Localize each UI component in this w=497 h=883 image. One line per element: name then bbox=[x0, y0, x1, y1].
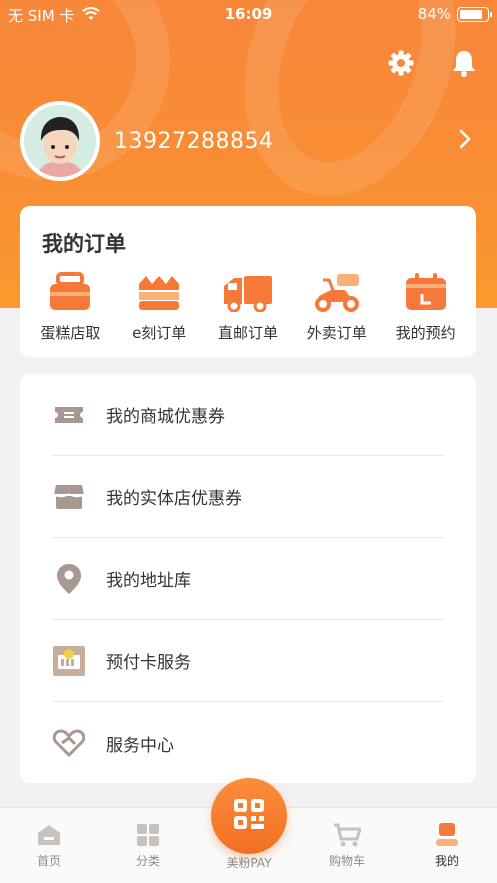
tab-label: 我的 bbox=[434, 854, 459, 868]
order-label: e刻订单 bbox=[132, 324, 187, 342]
bottom-tab-bar: 首页 分类 美粉PAY 购物车 我的 bbox=[0, 778, 497, 883]
order-direct-mail[interactable]: 直邮订单 bbox=[205, 270, 291, 343]
tab-label: 购物车 bbox=[328, 854, 365, 868]
menu-item-address-book[interactable]: 我的地址库 bbox=[52, 538, 444, 620]
settings-gear-icon[interactable] bbox=[386, 48, 416, 78]
cake-box-icon bbox=[44, 270, 96, 312]
menu-item-mall-coupons[interactable]: 我的商城优惠券 bbox=[52, 374, 444, 456]
menu-item-prepaid-card[interactable]: 预付卡服务 bbox=[52, 620, 444, 702]
calendar-icon bbox=[400, 270, 452, 312]
order-label: 我的预约 bbox=[395, 324, 456, 342]
truck-icon bbox=[222, 270, 274, 312]
tab-cart[interactable]: 购物车 bbox=[317, 822, 377, 869]
my-orders-card: 我的订单 蛋糕店取 e刻订单 直邮订单 外卖订单 我的预约 bbox=[20, 206, 476, 357]
orders-title: 我的订单 bbox=[42, 232, 126, 256]
chevron-right-icon[interactable] bbox=[458, 128, 472, 154]
menu-item-service-center[interactable]: 服务中心 bbox=[52, 702, 444, 784]
menu-label: 我的实体店优惠券 bbox=[106, 489, 242, 509]
avatar[interactable] bbox=[20, 101, 100, 181]
home-icon bbox=[34, 822, 64, 848]
phone-number: 13927288854 bbox=[114, 128, 274, 154]
tab-label: 首页 bbox=[36, 854, 61, 868]
menu-label: 预付卡服务 bbox=[106, 653, 191, 673]
profile-row[interactable]: 13927288854 bbox=[20, 100, 480, 182]
notification-bell-icon[interactable] bbox=[449, 48, 479, 78]
order-takeout[interactable]: 外卖订单 bbox=[294, 270, 380, 343]
tab-label: 分类 bbox=[135, 854, 160, 868]
grid-icon bbox=[133, 822, 163, 848]
prepaid-card-icon bbox=[52, 644, 86, 678]
pay-qr-button[interactable] bbox=[211, 778, 287, 854]
menu-item-store-coupons[interactable]: 我的实体店优惠券 bbox=[52, 456, 444, 538]
status-bar: 无 SIM 卡 16:09 84% bbox=[0, 0, 497, 30]
profile-icon bbox=[432, 822, 462, 848]
battery-icon bbox=[457, 6, 492, 22]
cart-icon bbox=[332, 822, 362, 848]
cake-icon bbox=[133, 270, 185, 312]
tab-pay-label[interactable]: 美粉PAY bbox=[199, 854, 299, 871]
order-label: 蛋糕店取 bbox=[40, 324, 101, 342]
tab-mine[interactable]: 我的 bbox=[417, 822, 477, 869]
service-menu-card: 我的商城优惠券 我的实体店优惠券 我的地址库 预付卡服务 服务中心 bbox=[20, 374, 476, 783]
scooter-icon bbox=[311, 270, 363, 312]
order-e-cake[interactable]: e刻订单 bbox=[116, 270, 202, 343]
qr-code-icon bbox=[232, 797, 266, 835]
ticket-icon bbox=[52, 398, 86, 432]
menu-label: 我的地址库 bbox=[106, 571, 191, 591]
store-icon bbox=[52, 480, 86, 514]
menu-label: 服务中心 bbox=[106, 735, 174, 756]
battery-percent: 84% bbox=[417, 5, 451, 23]
tab-home[interactable]: 首页 bbox=[19, 822, 79, 869]
order-label: 直邮订单 bbox=[217, 324, 278, 342]
location-pin-icon bbox=[52, 562, 86, 596]
tab-category[interactable]: 分类 bbox=[118, 822, 178, 869]
menu-label: 我的商城优惠券 bbox=[106, 407, 225, 427]
order-reservation[interactable]: 我的预约 bbox=[383, 270, 469, 343]
heart-handshake-icon bbox=[52, 726, 86, 760]
order-label: 外卖订单 bbox=[306, 324, 367, 342]
order-cake-pickup[interactable]: 蛋糕店取 bbox=[27, 270, 113, 343]
